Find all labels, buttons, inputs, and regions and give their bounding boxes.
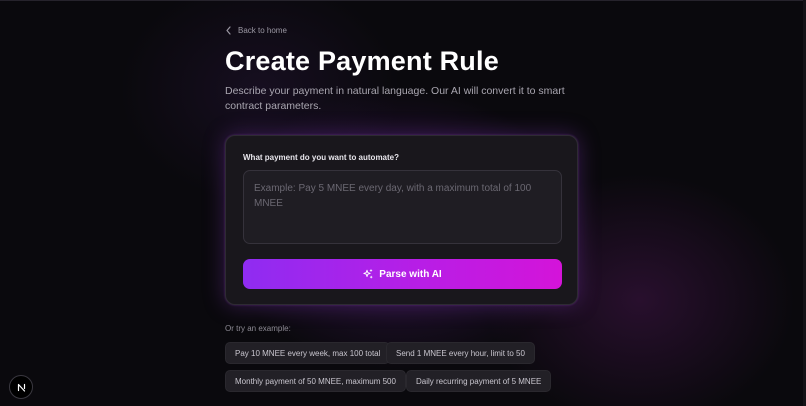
back-link-label: Back to home	[238, 26, 287, 35]
payment-description-field[interactable]	[243, 170, 562, 244]
chevron-left-icon	[225, 26, 232, 35]
top-border	[0, 0, 806, 1]
payment-rule-card: What payment do you want to automate? Pa…	[225, 135, 578, 305]
examples-label: Or try an example:	[225, 324, 291, 333]
parse-with-ai-button[interactable]: Parse with AI	[243, 259, 562, 289]
example-chip[interactable]: Pay 10 MNEE every week, max 100 total	[225, 342, 391, 364]
example-chip[interactable]: Daily recurring payment of 5 MNEE	[406, 370, 552, 392]
payment-description-input[interactable]	[254, 181, 551, 233]
nextjs-dev-badge[interactable]	[9, 375, 33, 399]
parse-button-label: Parse with AI	[379, 268, 442, 280]
example-chip[interactable]: Send 1 MNEE every hour, limit to 50	[386, 342, 535, 364]
sparkles-icon	[363, 269, 373, 279]
page-description: Describe your payment in natural languag…	[225, 85, 565, 112]
example-chip[interactable]: Monthly payment of 50 MNEE, maximum 500	[225, 370, 406, 392]
back-to-home-link[interactable]: Back to home	[225, 26, 287, 35]
nextjs-logo-icon	[16, 382, 27, 393]
payment-input-label: What payment do you want to automate?	[243, 153, 400, 162]
page-title: Create Payment Rule	[225, 46, 499, 76]
